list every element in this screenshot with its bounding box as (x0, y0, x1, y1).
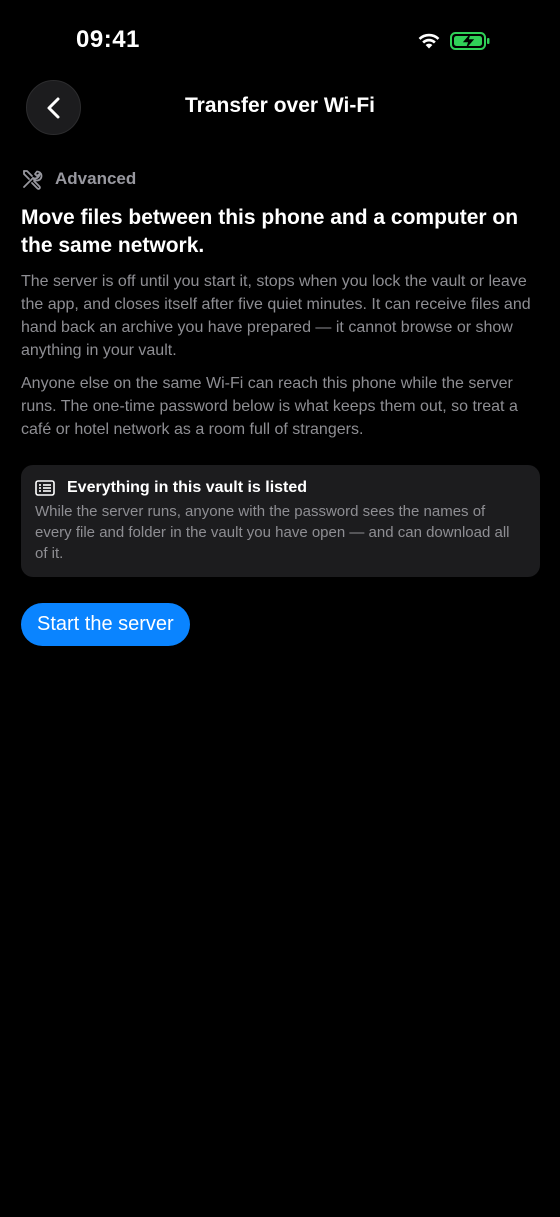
status-bar: 09:41 (0, 0, 560, 80)
start-server-button[interactable]: Start the server (21, 603, 190, 646)
section-label-text: Advanced (55, 169, 137, 188)
status-time: 09:41 (76, 26, 140, 53)
notice-header: Everything in this vault is listed (35, 477, 526, 499)
section-label: Advanced (21, 166, 541, 192)
tools-icon (23, 170, 43, 190)
description-paragraph: The server is off until you start it, st… (21, 273, 531, 359)
wifi-icon (418, 33, 440, 49)
page-title: Transfer over Wi-Fi (184, 94, 376, 117)
notice-card: Everything in this vault is listed While… (21, 465, 540, 577)
battery-charging-icon (450, 32, 490, 50)
content: Advanced Move files between this phone a… (21, 166, 541, 646)
notice-title: Everything in this vault is listed (67, 479, 308, 496)
headline: Move files between this phone and a comp… (21, 206, 519, 257)
list-icon (35, 480, 55, 496)
warning-paragraph: Anyone else on the same Wi-Fi can reach … (21, 375, 518, 438)
notice-body: While the server runs, anyone with the p… (35, 503, 510, 562)
screen: 09:41 Transfer over Wi-Fi Advanced Move … (0, 0, 560, 1217)
